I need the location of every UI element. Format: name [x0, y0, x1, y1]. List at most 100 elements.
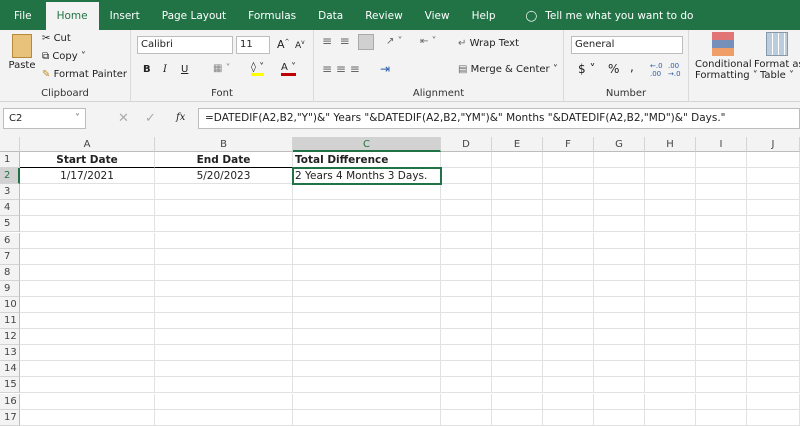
- font-size-select[interactable]: 11: [236, 36, 270, 54]
- cell-E17[interactable]: [492, 409, 543, 426]
- cell-F15[interactable]: [543, 377, 594, 394]
- cell-G14[interactable]: [594, 361, 645, 378]
- cell-G4[interactable]: [594, 200, 645, 217]
- cell-D15[interactable]: [441, 377, 492, 394]
- tab-review[interactable]: Review: [354, 2, 413, 30]
- top-align-icon[interactable]: ≡ ≡: [322, 34, 350, 48]
- cell-I5[interactable]: [696, 216, 747, 233]
- cell-I3[interactable]: [696, 184, 747, 201]
- row-header-9[interactable]: 9: [0, 280, 20, 297]
- cell-C6[interactable]: [293, 232, 441, 249]
- name-box[interactable]: C2 ˅: [3, 108, 86, 129]
- tell-me-search[interactable]: ◯ Tell me what you want to do: [515, 2, 705, 30]
- cell-J14[interactable]: [747, 361, 800, 378]
- cell-B8[interactable]: [155, 264, 293, 281]
- cell-F13[interactable]: [543, 345, 594, 362]
- cell-J9[interactable]: [747, 280, 800, 297]
- tab-data[interactable]: Data: [307, 2, 354, 30]
- column-header-D[interactable]: D: [441, 137, 492, 152]
- cell-E12[interactable]: [492, 329, 543, 346]
- fill-color-icon[interactable]: ◊ ˅: [251, 62, 265, 76]
- cell-H16[interactable]: [645, 393, 696, 410]
- cell-C12[interactable]: [293, 329, 441, 346]
- cell-H5[interactable]: [645, 216, 696, 233]
- decrease-decimal-icon[interactable]: .00 →.0: [668, 62, 681, 78]
- cell-B7[interactable]: [155, 248, 293, 265]
- cell-D2[interactable]: [441, 168, 492, 185]
- cell-F12[interactable]: [543, 329, 594, 346]
- cell-F3[interactable]: [543, 184, 594, 201]
- currency-button[interactable]: $ ˅: [578, 62, 595, 76]
- cell-F5[interactable]: [543, 216, 594, 233]
- cell-E9[interactable]: [492, 280, 543, 297]
- borders-icon[interactable]: ▦ ˅: [213, 63, 231, 74]
- cell-E1[interactable]: [492, 152, 543, 169]
- cell-D7[interactable]: [441, 248, 492, 265]
- cell-B14[interactable]: [155, 361, 293, 378]
- format-painter-button[interactable]: ✎ Format Painter: [42, 69, 127, 80]
- font-name-select[interactable]: Calibri: [137, 36, 233, 54]
- cell-I10[interactable]: [696, 296, 747, 313]
- row-header-1[interactable]: 1: [0, 152, 20, 169]
- cell-J16[interactable]: [747, 393, 800, 410]
- cell-I12[interactable]: [696, 329, 747, 346]
- cell-H15[interactable]: [645, 377, 696, 394]
- cell-G13[interactable]: [594, 345, 645, 362]
- cell-I11[interactable]: [696, 313, 747, 330]
- cell-I15[interactable]: [696, 377, 747, 394]
- row-header-4[interactable]: 4: [0, 200, 20, 217]
- cell-B6[interactable]: [155, 232, 293, 249]
- cell-I16[interactable]: [696, 393, 747, 410]
- cell-A9[interactable]: [20, 280, 155, 297]
- cell-F6[interactable]: [543, 232, 594, 249]
- cell-E14[interactable]: [492, 361, 543, 378]
- cell-F11[interactable]: [543, 313, 594, 330]
- row-header-8[interactable]: 8: [0, 264, 20, 281]
- cancel-icon[interactable]: ✕: [118, 111, 129, 126]
- cell-J8[interactable]: [747, 264, 800, 281]
- cell-A3[interactable]: [20, 184, 155, 201]
- cell-G6[interactable]: [594, 232, 645, 249]
- cell-H12[interactable]: [645, 329, 696, 346]
- bold-button[interactable]: B: [143, 64, 151, 75]
- row-header-11[interactable]: 11: [0, 313, 20, 330]
- column-header-H[interactable]: H: [645, 137, 696, 152]
- cell-C17[interactable]: [293, 409, 441, 426]
- orientation-icon[interactable]: ↗ ˅: [386, 36, 403, 47]
- column-header-A[interactable]: A: [20, 137, 155, 152]
- cell-A5[interactable]: [20, 216, 155, 233]
- cell-E16[interactable]: [492, 393, 543, 410]
- increase-decimal-icon[interactable]: ←.0.00: [650, 62, 663, 78]
- cell-J11[interactable]: [747, 313, 800, 330]
- cell-A4[interactable]: [20, 200, 155, 217]
- number-format-select[interactable]: General: [571, 36, 683, 54]
- column-header-I[interactable]: I: [696, 137, 747, 152]
- cell-D10[interactable]: [441, 296, 492, 313]
- cell-D12[interactable]: [441, 329, 492, 346]
- cell-E11[interactable]: [492, 313, 543, 330]
- cell-C4[interactable]: [293, 200, 441, 217]
- cell-C7[interactable]: [293, 248, 441, 265]
- cell-J1[interactable]: [747, 152, 800, 169]
- cell-A12[interactable]: [20, 329, 155, 346]
- row-header-5[interactable]: 5: [0, 216, 20, 233]
- decrease-font-icon[interactable]: Av: [295, 39, 305, 51]
- row-header-16[interactable]: 16: [0, 393, 20, 410]
- cell-J2[interactable]: [747, 168, 800, 185]
- cell-B4[interactable]: [155, 200, 293, 217]
- cell-A14[interactable]: [20, 361, 155, 378]
- cell-H10[interactable]: [645, 296, 696, 313]
- cell-J12[interactable]: [747, 329, 800, 346]
- copy-button[interactable]: ⧉ Copy ˅: [42, 51, 86, 62]
- cell-B1[interactable]: End Date: [155, 152, 293, 169]
- cell-J15[interactable]: [747, 377, 800, 394]
- cell-F17[interactable]: [543, 409, 594, 426]
- column-header-J[interactable]: J: [747, 137, 800, 152]
- cell-B15[interactable]: [155, 377, 293, 394]
- bottom-align-icon[interactable]: [358, 34, 374, 50]
- cell-A6[interactable]: [20, 232, 155, 249]
- cell-I13[interactable]: [696, 345, 747, 362]
- cell-H6[interactable]: [645, 232, 696, 249]
- cell-C5[interactable]: [293, 216, 441, 233]
- column-header-F[interactable]: F: [543, 137, 594, 152]
